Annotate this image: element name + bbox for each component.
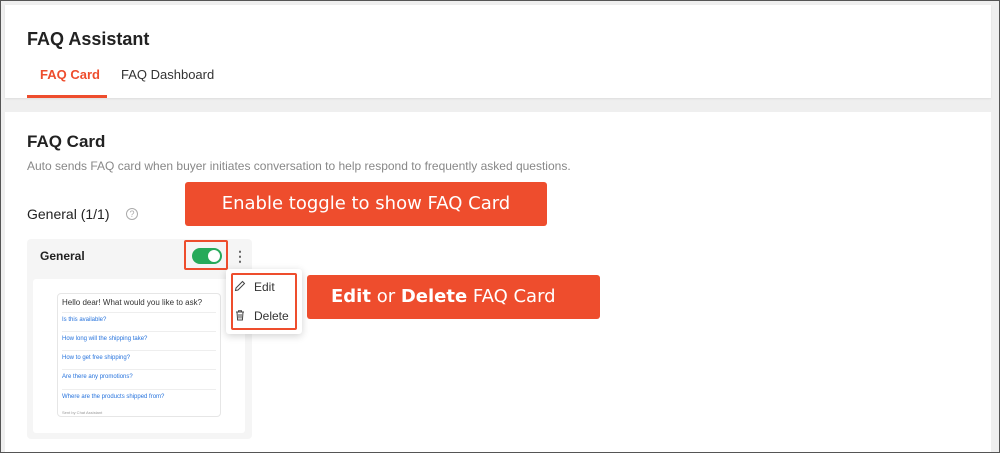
faq-preview-bubble: Hello dear! What would you like to ask? … — [57, 293, 221, 417]
preview-divider — [62, 369, 216, 370]
callout-or-word: or — [370, 286, 401, 307]
callout-suffix: FAQ Card — [467, 286, 556, 307]
preview-question: Where are the products shipped from? — [62, 394, 165, 400]
preview-question: How long will the shipping take? — [62, 336, 148, 342]
menu-highlight-box — [231, 273, 297, 330]
page-title: FAQ Assistant — [27, 29, 150, 49]
preview-divider — [62, 331, 216, 332]
callout-delete-word: Delete — [400, 286, 468, 307]
section-description: Auto sends FAQ card when buyer initiates… — [27, 159, 571, 173]
preview-question: Are there any promotions? — [62, 374, 133, 380]
group-title: General (1/1) — [27, 206, 110, 222]
more-options-icon[interactable]: ⋮ — [233, 249, 247, 263]
active-tab-indicator — [27, 95, 107, 98]
tab-faq-dashboard[interactable]: FAQ Dashboard — [121, 67, 214, 82]
preview-footer: Sent by Chat Assistant — [62, 410, 103, 415]
callout-enable-toggle: Enable toggle to show FAQ Card — [185, 182, 547, 226]
faq-preview-panel: Hello dear! What would you like to ask? … — [33, 279, 245, 433]
faq-card-label: General — [40, 249, 85, 263]
section-title: FAQ Card — [27, 132, 106, 151]
preview-question: How to get free shipping? — [62, 355, 131, 361]
callout-edit-word: Edit — [331, 286, 371, 307]
faq-card-toggle[interactable] — [192, 248, 222, 264]
preview-question: Is this available? — [62, 317, 107, 323]
preview-greeting: Hello dear! What would you like to ask? — [62, 298, 203, 307]
preview-divider — [62, 312, 216, 313]
header-card: FAQ Assistant FAQ Card FAQ Dashboard — [5, 5, 991, 98]
help-icon[interactable]: ? — [126, 208, 138, 220]
faq-card: General ⋮ Hello dear! What would you lik… — [27, 239, 252, 439]
callout-edit-delete: Edit or Delete FAQ Card — [307, 275, 600, 319]
preview-divider — [62, 389, 216, 390]
preview-divider — [62, 350, 216, 351]
tab-faq-card[interactable]: FAQ Card — [40, 67, 100, 82]
toggle-knob — [208, 250, 220, 262]
